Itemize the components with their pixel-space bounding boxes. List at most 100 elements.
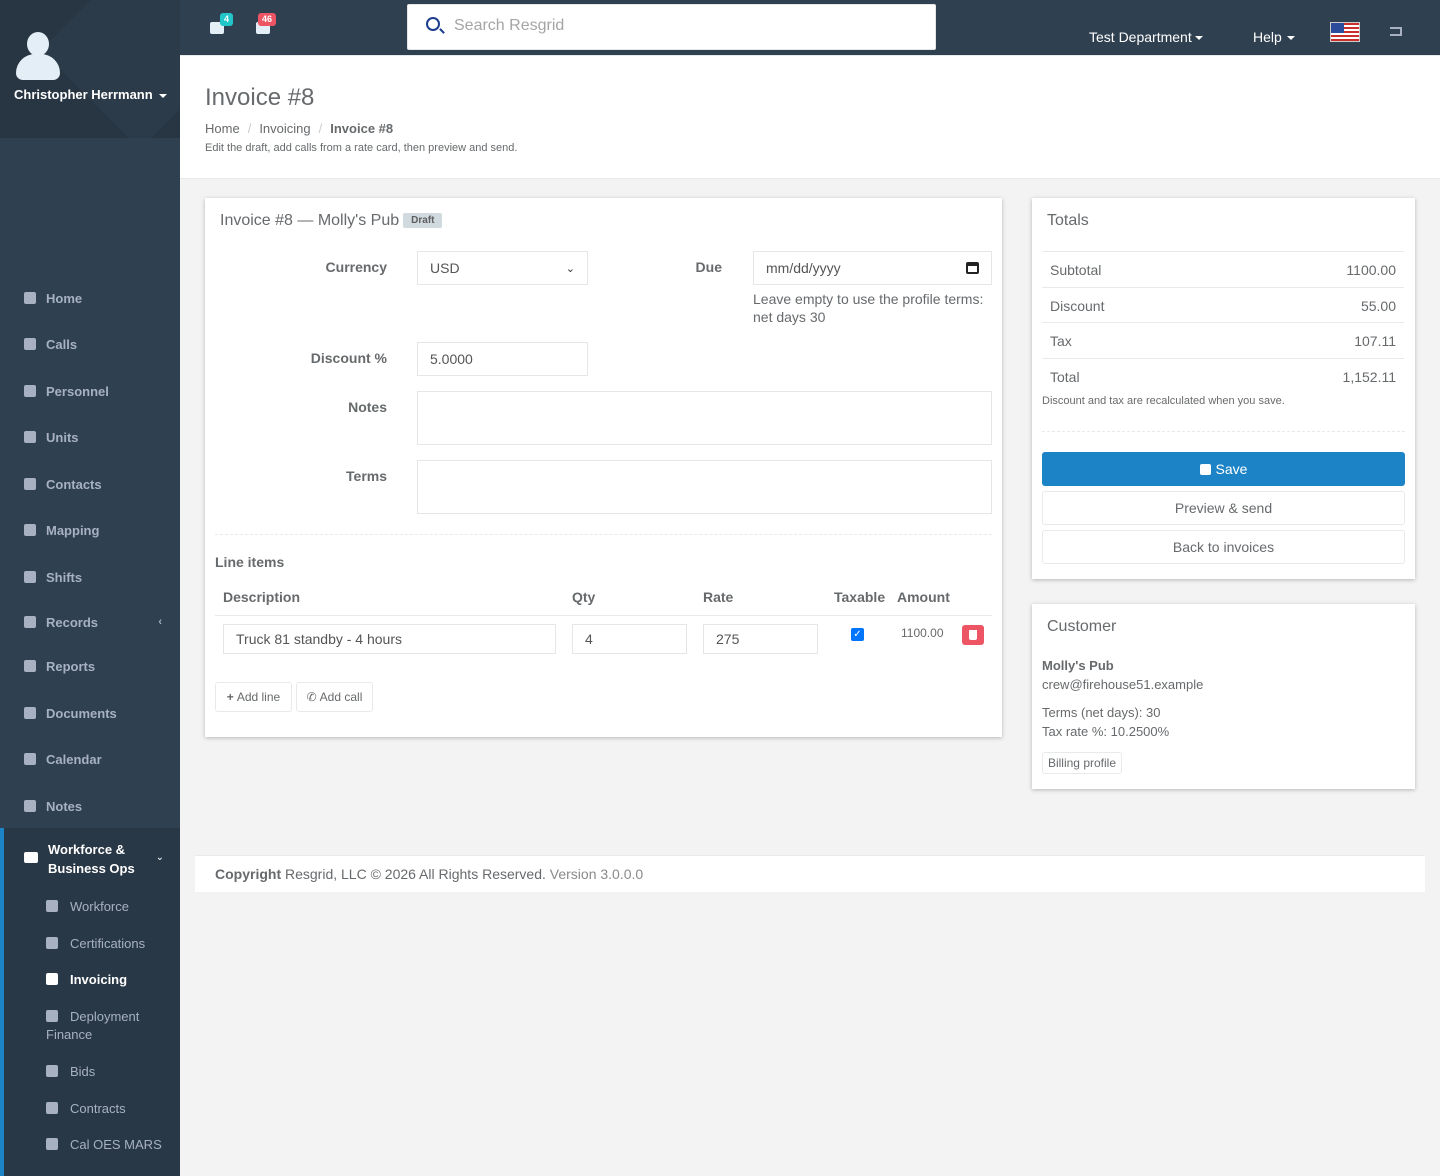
caret-down-icon — [158, 93, 167, 98]
sidebar-item-label: Units — [46, 429, 79, 445]
reports-icon — [24, 660, 36, 672]
add-call-button[interactable]: ✆ Add call — [296, 682, 373, 712]
totals-panel: Totals Subtotal 1100.00 Discount 55.00 Tax 10… — [1032, 198, 1415, 579]
qty-value: 4 — [585, 631, 593, 647]
back-to-invoices-button[interactable]: Back to invoices — [1042, 530, 1405, 564]
notes-textarea[interactable] — [417, 391, 992, 445]
handshake-icon — [46, 1065, 58, 1077]
us-flag-icon[interactable] — [1330, 22, 1360, 42]
submenu-item-workforce[interactable]: Workforce — [46, 898, 129, 916]
department-dropdown[interactable]: Test Department — [1089, 29, 1203, 45]
divider — [215, 534, 992, 535]
bullhorn-icon — [24, 338, 36, 350]
search-input[interactable] — [454, 17, 904, 35]
submenu-item-deployment-finance[interactable]: Deployment Finance — [46, 1008, 156, 1044]
discount-label: Discount % — [310, 350, 387, 366]
status-badge: Draft — [403, 213, 443, 228]
sidebar-item-row: Home — [0, 283, 180, 313]
sidebar: Christopher Herrmann Home Calls Personnel U… — [0, 0, 180, 1176]
totals-row-label: Tax — [1050, 333, 1072, 349]
column-rate: Rate — [703, 589, 734, 605]
balance-scale-icon — [46, 1138, 58, 1150]
floppy-disk-icon — [1199, 463, 1211, 475]
sidebar-item-row: Units — [0, 422, 180, 452]
add-line-button[interactable]: + Add line — [215, 682, 292, 712]
plus-icon: + — [226, 690, 234, 704]
submenu-item-label: Certifications — [70, 936, 146, 951]
sidebar-item-label: Calendar — [46, 751, 102, 767]
line-items-title: Line items — [215, 554, 285, 570]
qty-input[interactable]: 4 — [572, 624, 687, 654]
submenu-item-bids[interactable]: Bids — [46, 1063, 95, 1081]
submenu-item-certifications[interactable]: Certifications — [46, 935, 145, 953]
due-date-input[interactable]: mm/dd/yyyy — [753, 251, 992, 285]
user-name: Christopher Herrmann — [14, 87, 153, 102]
currency-label: Currency — [325, 259, 387, 275]
user-menu[interactable]: Christopher Herrmann — [14, 87, 167, 102]
sidebar-item-row: Personnel — [0, 376, 180, 406]
terms-label: Terms — [346, 468, 387, 484]
column-qty: Qty — [572, 589, 596, 605]
sidebar-item-label: Shifts — [46, 569, 83, 585]
avatar[interactable] — [16, 32, 60, 80]
sidebar-item-row: Documents — [0, 698, 180, 728]
add-line-label: Add line — [236, 690, 281, 704]
user-icon — [24, 385, 36, 397]
sign-out-icon[interactable] — [1390, 27, 1402, 36]
terms-textarea[interactable] — [417, 460, 992, 514]
preview-send-button[interactable]: Preview & send — [1042, 491, 1405, 525]
invoice-icon — [46, 973, 58, 985]
sidebar-item-label: Records — [46, 614, 99, 630]
submenu-item-label: Workforce — [70, 899, 129, 914]
discount-input[interactable]: 5.0000 — [417, 342, 588, 376]
sidebar-item-row: Calls — [0, 329, 180, 359]
help-dropdown[interactable]: Help — [1253, 29, 1295, 45]
sidebar-item-row: Mapping — [0, 515, 180, 545]
totals-row-value: 107.11 — [1354, 333, 1396, 349]
workforce-submenu: Workforce & Business Ops ⌄ Workforce Cert… — [0, 828, 180, 1176]
billing-profile-button[interactable]: Billing profile — [1042, 752, 1122, 774]
column-description: Description — [223, 589, 301, 605]
sidebar-item-label: Notes — [46, 798, 83, 814]
delete-line-button[interactable] — [962, 625, 984, 645]
totals-row-value: 1,152.11 — [1342, 368, 1396, 385]
messages-badge: 4 — [220, 13, 234, 26]
table-header-rule — [215, 615, 992, 616]
document-icon — [24, 707, 36, 719]
submenu-item-label: Invoicing — [70, 972, 128, 987]
page-subtitle: Edit the draft, add calls from a rate ca… — [205, 142, 518, 154]
add-call-label: Add call — [319, 690, 363, 704]
rate-input[interactable]: 275 — [703, 624, 818, 654]
sidebar-item-label: Personnel — [46, 383, 109, 399]
department-label: Test Department — [1089, 29, 1192, 45]
search-icon — [426, 17, 440, 31]
calls-badge: 46 — [258, 13, 277, 26]
calendar-icon[interactable] — [966, 262, 979, 274]
breadcrumb-current: Invoice #8 — [330, 121, 394, 136]
submenu-item-invoicing[interactable]: Invoicing — [46, 971, 127, 989]
submenu-item-cal-oes-mars[interactable]: Cal OES MARS — [46, 1136, 162, 1154]
submenu-item-label: Deployment Finance — [46, 1009, 140, 1042]
save-button[interactable]: Save — [1042, 452, 1405, 486]
taxable-checkbox[interactable]: ✓ — [851, 628, 864, 641]
rate-value: 275 — [716, 631, 740, 647]
contract-icon — [46, 1102, 58, 1114]
submenu-item-label: Bids — [70, 1064, 96, 1079]
file-icon — [24, 616, 36, 628]
truck-icon — [24, 431, 36, 443]
breadcrumb-home[interactable]: Home — [205, 121, 240, 136]
sidebar-item-label: Documents — [46, 705, 117, 721]
breadcrumb-invoicing[interactable]: Invoicing — [259, 121, 310, 136]
sidebar-item-label: Home — [46, 290, 83, 306]
totals-row-label: Discount — [1050, 297, 1105, 314]
description-input[interactable]: Truck 81 standby - 4 hours — [223, 624, 556, 654]
sidebar-item-workforce-business-ops[interactable]: Workforce & Business Ops — [48, 840, 158, 878]
column-amount: Amount — [897, 589, 950, 605]
description-value: Truck 81 standby - 4 hours — [236, 631, 403, 647]
currency-select[interactable]: USD ⌄ — [417, 251, 588, 285]
customer-terms: Terms (net days): 30 — [1042, 705, 1161, 720]
sidebar-item-row: Records ‹ — [0, 607, 180, 637]
column-taxable: Taxable — [834, 589, 886, 605]
submenu-item-contracts[interactable]: Contracts — [46, 1100, 126, 1118]
invoice-title: Invoice #8 — Molly's Pub Draft — [220, 212, 443, 230]
